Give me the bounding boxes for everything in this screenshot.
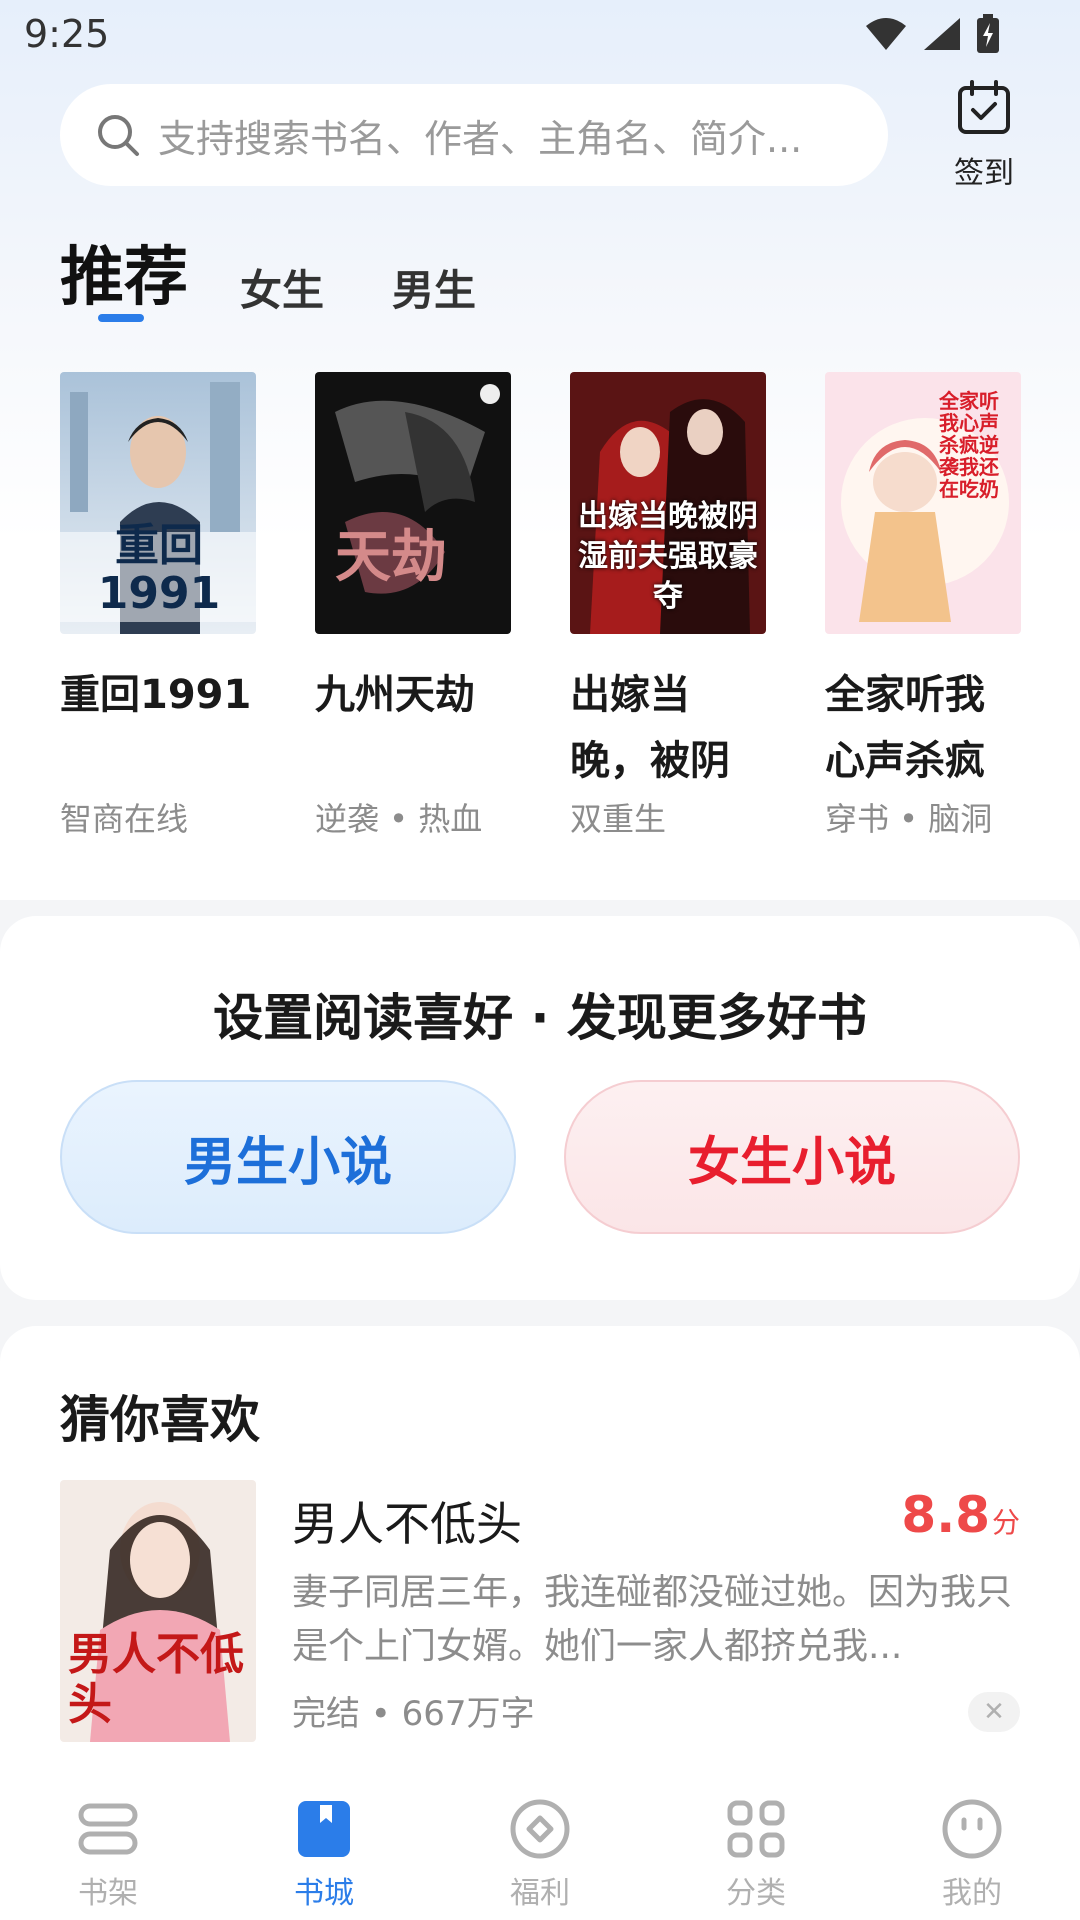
cover-title-text: 全家听我心声杀疯逆袭我还在吃奶	[939, 389, 999, 501]
book-cover: 出嫁当晚被阴湿前夫强取豪夺	[570, 372, 766, 634]
bottom-navigation: 书架 书城 福利 分类 我的	[0, 1766, 1080, 1920]
book-meta: 完结 • 667万字	[292, 1694, 535, 1734]
reading-preference-card: 设置阅读喜好 · 发现更多好书 男生小说 女生小说	[0, 916, 1080, 1300]
battery-icon	[977, 14, 999, 53]
book-card[interactable]: 出嫁当晚被阴湿前夫强取豪夺 出嫁当晚，被阴 双重生	[570, 372, 766, 840]
nav-welfare[interactable]: 福利	[432, 1766, 648, 1920]
status-time: 9:25	[24, 12, 110, 56]
nav-category[interactable]: 分类	[648, 1766, 864, 1920]
recommend-section: 重回1991 重回1991 智商在线 天劫 九州天劫 逆袭 • 热血 出嫁当晚被…	[0, 300, 1080, 892]
nav-label: 分类	[726, 1876, 786, 1911]
category-icon	[723, 1796, 789, 1862]
book-title: 出嫁当晚，被阴	[570, 672, 730, 784]
checkin-button[interactable]: 签到	[946, 80, 1022, 192]
nav-label: 书架	[78, 1876, 138, 1911]
status-bar: 9:25	[0, 0, 1080, 72]
score-unit: 分	[991, 1506, 1020, 1539]
search-bar[interactable]: 支持搜索书名、作者、主角名、简介...	[60, 84, 888, 186]
book-cover: 全家听我心声杀疯逆袭我还在吃奶	[825, 372, 1021, 634]
book-title: 九州天劫	[315, 672, 475, 718]
book-card[interactable]: 全家听我心声杀疯逆袭我还在吃奶 全家听我心声杀疯 穿书 • 脑洞	[825, 372, 1021, 840]
book-cover: 重回1991	[60, 372, 256, 634]
book-card[interactable]: 天劫 九州天劫 逆袭 • 热血	[315, 372, 511, 840]
nav-bookstore[interactable]: 书城	[216, 1766, 432, 1920]
search-icon	[98, 115, 139, 156]
signal-icon	[924, 18, 960, 50]
cover-title-text: 重回1991	[97, 520, 221, 619]
cover-title-text: 出嫁当晚被阴湿前夫强取豪夺	[578, 499, 758, 614]
book-title: 重回1991	[60, 672, 252, 718]
nav-profile[interactable]: 我的	[864, 1766, 1080, 1920]
book-tag: 双重生	[570, 800, 667, 838]
cover-title-text: 天劫	[335, 525, 447, 590]
female-novel-button[interactable]: 女生小说	[564, 1080, 1020, 1234]
section-title: 猜你喜欢	[60, 1391, 260, 1449]
calendar-check-icon	[958, 80, 1010, 134]
bookshelf-icon	[75, 1796, 141, 1862]
search-input[interactable]: 支持搜索书名、作者、主角名、简介...	[158, 108, 858, 163]
book-tag: 逆袭 • 热血	[315, 800, 483, 838]
book-cover[interactable]: 男人不低头	[60, 1480, 256, 1742]
nav-label: 我的	[942, 1876, 1002, 1911]
book-description: 妻子同居三年，我连碰都没碰过她。因为我只是个上门女婿。她们一家人都挤兑我...	[292, 1572, 1013, 1667]
book-cover: 天劫	[315, 372, 511, 634]
score-value: 8.8	[901, 1486, 990, 1544]
cover-title-text: 男人不低头	[68, 1629, 244, 1730]
close-icon: ✕	[983, 1697, 1005, 1727]
bookstore-icon	[291, 1796, 357, 1862]
preference-title: 设置阅读喜好 · 发现更多好书	[213, 989, 867, 1047]
profile-icon	[939, 1796, 1005, 1862]
dismiss-button[interactable]: ✕	[968, 1692, 1020, 1732]
book-score: 8.8分	[901, 1486, 1020, 1544]
nav-bookshelf[interactable]: 书架	[0, 1766, 216, 1920]
book-title[interactable]: 男人不低头	[292, 1488, 522, 1554]
book-title: 全家听我心声杀疯	[825, 672, 985, 784]
book-tag: 穿书 • 脑洞	[825, 800, 993, 838]
status-icons	[864, 14, 1000, 54]
nav-label: 福利	[510, 1876, 570, 1911]
book-tag: 智商在线	[60, 800, 189, 838]
book-card[interactable]: 重回1991 重回1991 智商在线	[60, 372, 256, 840]
wifi-icon	[866, 18, 906, 50]
male-novel-button[interactable]: 男生小说	[60, 1080, 516, 1234]
checkin-label: 签到	[954, 156, 1014, 191]
nav-label: 书城	[294, 1876, 354, 1911]
welfare-icon	[507, 1796, 573, 1862]
